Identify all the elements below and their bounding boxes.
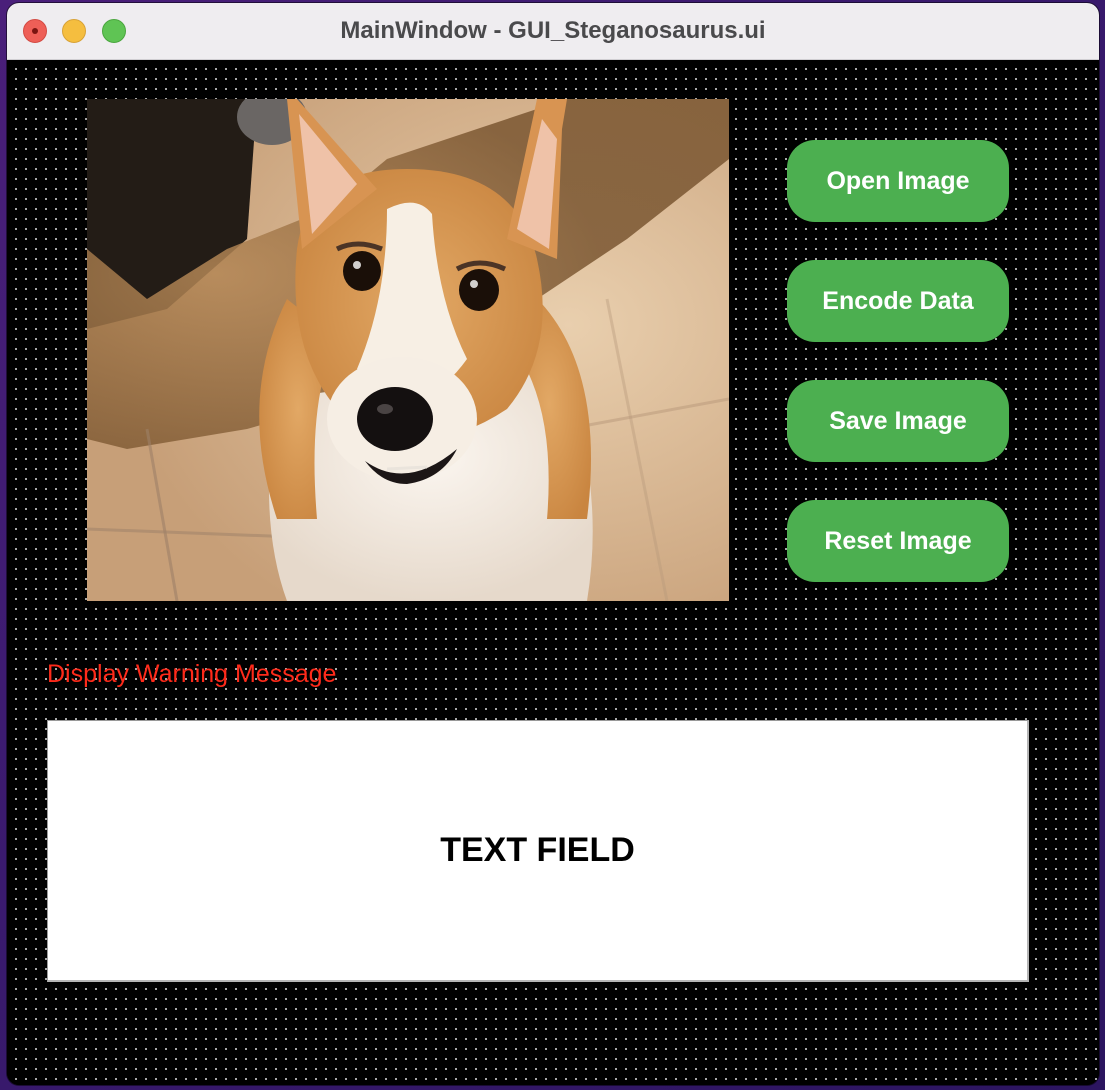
encode-data-button[interactable]: Encode Data (787, 260, 1009, 342)
main-window: MainWindow - GUI_Steganosaurus.ui Open I… (7, 3, 1099, 1085)
reset-image-button[interactable]: Reset Image (787, 500, 1009, 582)
designer-canvas: Open Image Encode Data Save Image Reset … (7, 60, 1099, 1085)
title-bar[interactable]: MainWindow - GUI_Steganosaurus.ui (7, 3, 1099, 60)
text-field[interactable]: TEXT FIELD (47, 720, 1029, 982)
warning-message: Display Warning Message (47, 660, 337, 688)
save-image-button[interactable]: Save Image (787, 380, 1009, 462)
window-title: MainWindow - GUI_Steganosaurus.ui (340, 17, 766, 44)
open-image-button[interactable]: Open Image (787, 140, 1009, 222)
image-display (87, 99, 729, 601)
corgi-photo (87, 99, 729, 601)
text-field-content: TEXT FIELD (440, 831, 635, 869)
